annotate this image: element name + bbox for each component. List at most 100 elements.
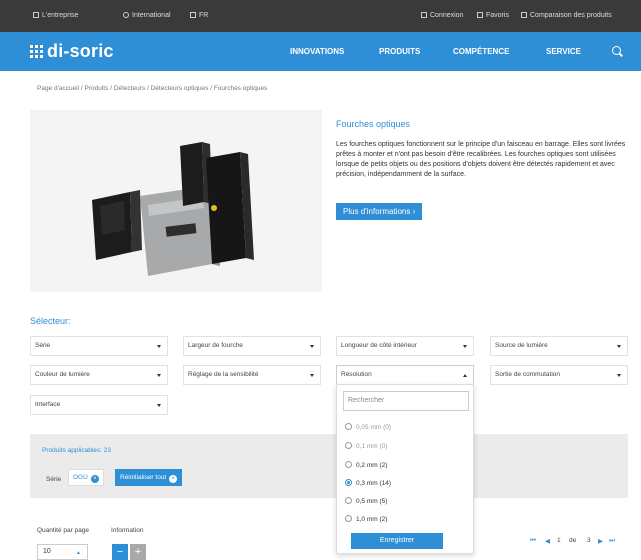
login-label: Connexion <box>430 12 464 19</box>
prev-page-icon[interactable]: ◀ <box>545 537 550 545</box>
filter-couleur[interactable]: Couleur de lumière <box>30 365 168 385</box>
nav-competence[interactable]: COMPÉTENCE <box>453 47 509 56</box>
chevron-down-icon <box>617 345 621 348</box>
chevron-down-icon <box>463 345 467 348</box>
brand-logo[interactable]: di-soric <box>30 41 114 62</box>
radio-button[interactable] <box>345 515 352 522</box>
company-label: L'entreprise <box>42 12 79 19</box>
info-plus-button[interactable]: + <box>130 544 146 560</box>
nav-innovations[interactable]: INNOVATIONS <box>290 47 344 56</box>
total-pages: 3 <box>587 537 591 544</box>
resolution-dropdown: Rechercher 0,05 mm (0) 0,1 mm (0) 0,2 mm… <box>336 384 474 554</box>
filter-label: Réglage de la sensibilité <box>188 371 259 378</box>
option-label: 0,3 mm (14) <box>356 480 392 487</box>
option-label: 1,0 mm (2) <box>356 516 388 523</box>
favorites-label: Favoris <box>486 12 509 19</box>
radio-button[interactable] <box>345 497 352 504</box>
language-label: FR <box>199 12 209 19</box>
filter-interface[interactable]: Interface <box>30 395 168 415</box>
chip-value: OGU <box>73 474 88 481</box>
radio-button[interactable] <box>345 442 352 449</box>
page-of-label: de <box>569 537 577 544</box>
building-icon <box>33 12 39 18</box>
more-info-button[interactable]: Plus d'informations › <box>336 203 423 220</box>
first-page-icon[interactable]: ⏮ <box>530 537 536 545</box>
selector-title: Sélecteur: <box>30 316 71 326</box>
filter-label: Sortie de commutation <box>495 371 561 378</box>
category-description: Les fourches optiques fonctionnent sur l… <box>336 141 626 178</box>
filter-serie[interactable]: Série <box>30 336 168 356</box>
save-button[interactable]: Enregistrer <box>351 533 443 549</box>
main-navbar: di-soric INNOVATIONS PRODUITS COMPÉTENCE… <box>0 32 641 71</box>
filter-label: Source de lumière <box>495 342 548 349</box>
radio-button[interactable] <box>345 423 352 430</box>
chevron-down-icon <box>157 345 161 348</box>
language-link[interactable]: FR <box>190 12 208 19</box>
chevron-down-icon <box>310 345 314 348</box>
chevron-down-icon <box>157 374 161 377</box>
compare-icon <box>521 12 527 18</box>
logo-grid-icon <box>30 45 43 58</box>
reset-label: Réinitialiser tout <box>120 474 167 481</box>
globe-icon <box>123 12 129 18</box>
filter-label: Couleur de lumière <box>35 371 90 378</box>
chevron-down-icon <box>310 374 314 377</box>
filter-longueur[interactable]: Longueur de côté intérieur <box>336 336 474 356</box>
filter-resolution[interactable]: Résolution <box>336 365 474 385</box>
company-link[interactable]: L'entreprise <box>33 12 78 19</box>
chevron-down-icon <box>617 374 621 377</box>
login-icon <box>421 12 427 18</box>
compare-link[interactable]: Comparaison des produits <box>521 12 612 19</box>
active-filter-label: Série <box>46 476 62 483</box>
translate-icon <box>190 12 196 18</box>
search-icon[interactable] <box>612 46 621 55</box>
bookmark-icon <box>477 12 483 18</box>
radio-button-checked[interactable] <box>345 479 352 486</box>
option-0-1mm[interactable]: 0,1 mm (0) <box>345 442 387 450</box>
international-label: International <box>132 12 171 19</box>
info-minus-button[interactable]: − <box>112 544 128 560</box>
option-label: 0,2 mm (2) <box>356 462 388 469</box>
option-0-2mm[interactable]: 0,2 mm (2) <box>345 461 387 469</box>
favorites-link[interactable]: Favoris <box>477 12 509 19</box>
results-panel: Produits applicables: 23 Série OGU × Réin… <box>30 434 628 498</box>
filter-label: Série <box>35 342 51 349</box>
filter-largeur[interactable]: Largeur de fourche <box>183 336 321 356</box>
radio-button[interactable] <box>345 461 352 468</box>
utility-bar: L'entreprise International FR Connexion … <box>0 0 641 32</box>
close-icon[interactable]: × <box>90 475 99 483</box>
reset-all-button[interactable]: Réinitialiser tout × <box>115 469 183 486</box>
fork-sensor-illustration <box>92 142 254 276</box>
option-0-3mm[interactable]: 0,3 mm (14) <box>345 479 391 487</box>
option-1-0mm[interactable]: 1,0 mm (2) <box>345 515 387 523</box>
active-filter-chip[interactable]: OGU × <box>68 469 104 486</box>
login-link[interactable]: Connexion <box>421 12 463 19</box>
option-label: 0,1 mm (0) <box>356 443 388 450</box>
international-link[interactable]: International <box>123 12 171 19</box>
information-label: Information <box>111 527 144 534</box>
filter-label: Largeur de fourche <box>188 342 243 349</box>
filter-label: Interface <box>35 401 61 408</box>
dropdown-search-input[interactable]: Rechercher <box>343 391 469 411</box>
nav-service[interactable]: SERVICE <box>546 47 581 56</box>
chevron-up-icon <box>463 374 467 377</box>
last-page-icon[interactable]: ⏭ <box>609 537 615 545</box>
filter-reglage[interactable]: Réglage de la sensibilité <box>183 365 321 385</box>
per-page-label: Quantité par page <box>37 527 90 534</box>
product-image <box>30 110 322 292</box>
option-label: 0,5 mm (5) <box>356 498 388 505</box>
option-0-05mm[interactable]: 0,05 mm (0) <box>345 423 391 431</box>
filter-label: Longueur de côté intérieur <box>341 342 417 349</box>
filter-label: Résolution <box>341 371 372 378</box>
current-page: 1 <box>557 537 561 544</box>
breadcrumb[interactable]: Page d'accueil / Produits / Détecteurs /… <box>37 85 267 92</box>
option-0-5mm[interactable]: 0,5 mm (5) <box>345 497 387 505</box>
stepper-arrows-icon: ▲▼ <box>76 550 81 556</box>
filter-sortie[interactable]: Sortie de commutation <box>490 365 628 385</box>
results-count: Produits applicables: 23 <box>42 447 112 454</box>
filter-source[interactable]: Source de lumière <box>490 336 628 356</box>
chevron-right-icon: › <box>412 207 416 216</box>
next-page-icon[interactable]: ▶ <box>598 537 603 545</box>
per-page-select[interactable]: 10 ▲▼ <box>37 544 88 560</box>
nav-products[interactable]: PRODUITS <box>379 47 420 56</box>
